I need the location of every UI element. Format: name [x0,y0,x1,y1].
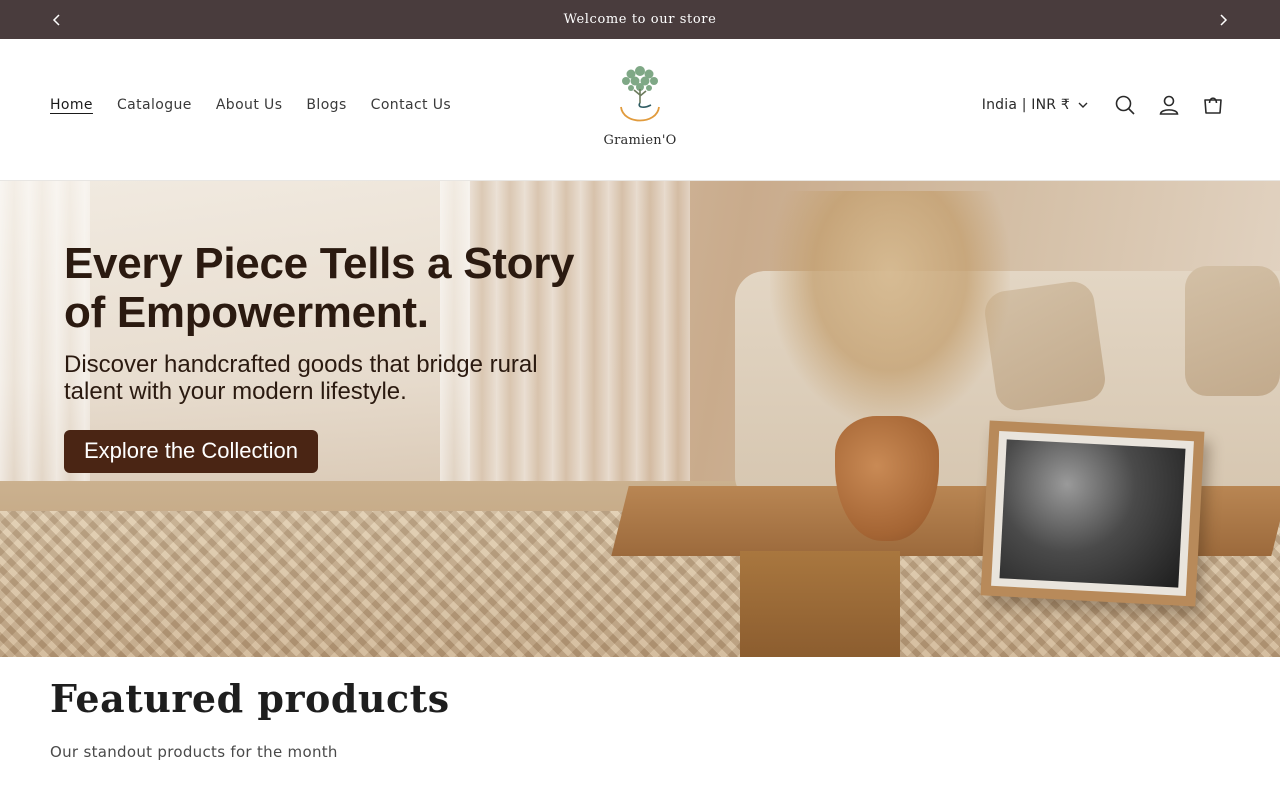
search-button[interactable] [1114,94,1136,116]
nav-blogs[interactable]: Blogs [306,97,346,113]
chevron-left-icon [52,13,60,26]
nav-catalogue[interactable]: Catalogue [117,97,192,113]
hero-cushion [1185,266,1280,396]
country-currency-label: India | INR ₹ [981,97,1070,113]
hero-weaver-photo [999,439,1186,588]
chevron-right-icon [1220,13,1228,26]
brand-name: Gramien'O [603,133,677,148]
account-icon [1159,95,1179,115]
announcement-next-button[interactable] [1208,0,1238,39]
nav-contact-us[interactable]: Contact Us [371,97,451,113]
announcement-message: Welcome to our store [563,12,717,27]
announcement-bar: Welcome to our store [0,0,1280,39]
hero-subtitle: Discover handcrafted goods that bridge r… [64,351,538,405]
header-tools: India | INR ₹ [982,94,1224,116]
main-nav: Home Catalogue About Us Blogs Contact Us [50,97,451,113]
site-header: Home Catalogue About Us Blogs Contact Us [0,39,1280,181]
country-currency-selector[interactable]: India | INR ₹ [982,97,1088,113]
cart-icon [1204,97,1222,114]
featured-products-subtitle: Our standout products for the month [50,743,338,761]
hero-title: Every Piece Tells a Story of Empowerment… [64,239,575,337]
cart-button[interactable] [1202,94,1224,116]
hero-copy: Every Piece Tells a Story of Empowerment… [64,239,604,473]
nav-home[interactable]: Home [50,97,93,113]
hero-pampas-grass [770,191,1010,426]
nav-about-us[interactable]: About Us [216,97,283,113]
announcement-prev-button[interactable] [42,0,72,39]
featured-products-heading: Featured products [50,676,450,721]
tree-logo-icon [620,66,660,122]
hero-table-leg [740,551,900,657]
search-icon [1115,95,1135,115]
hero-banner: Every Piece Tells a Story of Empowerment… [0,181,1280,657]
explore-collection-button[interactable]: Explore the Collection [64,430,319,473]
account-button[interactable] [1158,94,1180,116]
hero-photo-frame [980,420,1205,607]
chevron-down-icon [1078,102,1088,108]
store-logo[interactable]: Gramien'O [600,59,680,157]
